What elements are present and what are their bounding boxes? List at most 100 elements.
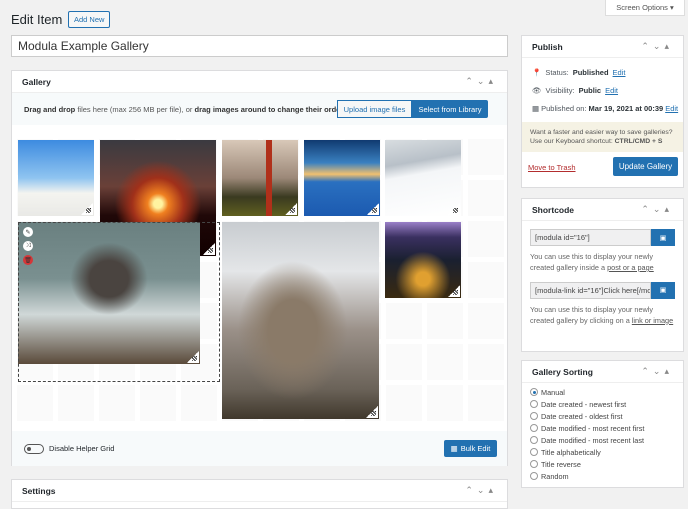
post-page-link[interactable]: post or a page (607, 263, 654, 272)
sort-option[interactable]: Title reverse (530, 459, 683, 469)
edit-status-link[interactable]: Edit (613, 68, 626, 77)
title-input[interactable]: Modula Example Gallery (11, 35, 508, 57)
grid-cell (468, 180, 504, 216)
add-new-button[interactable]: Add New (68, 11, 111, 28)
grid-cell (468, 303, 504, 339)
bulk-edit-button[interactable]: ▦ Bulk Edit (444, 440, 497, 457)
resize-handle-icon[interactable] (448, 203, 460, 215)
grid-cell (181, 385, 217, 421)
radio-button[interactable] (530, 472, 538, 480)
grid-cell (140, 385, 176, 421)
gallery-image-mountain-fog[interactable]: ✎ ⤨ 🗑 (18, 222, 200, 364)
upload-files-button[interactable]: Upload image files (337, 100, 412, 118)
resize-handle-icon[interactable] (285, 203, 297, 215)
box-controls[interactable]: ⌃⌄▴ (641, 41, 673, 52)
sort-option[interactable]: Manual (530, 387, 683, 397)
shuffle-icon[interactable]: ⤨ (23, 241, 33, 251)
sort-option[interactable]: Title alphabetically (530, 447, 683, 457)
pin-icon: 📍 (532, 68, 542, 77)
sort-option[interactable]: Date modified - most recent first (530, 423, 683, 433)
grid-cell (99, 385, 135, 421)
select-library-button[interactable]: Select from Library (412, 100, 488, 118)
gallery-image-city-night[interactable] (385, 222, 461, 298)
gallery-image-palm-beach[interactable] (18, 140, 94, 216)
grid-cell (386, 385, 422, 421)
visibility-value: Public (578, 86, 602, 95)
sort-option[interactable]: Date created - newest first (530, 399, 683, 409)
grid-cell (17, 385, 53, 421)
edit-icon[interactable]: ✎ (23, 227, 33, 237)
resize-handle-icon[interactable] (203, 243, 215, 255)
grid-cell (468, 344, 504, 380)
grid-cell (427, 385, 463, 421)
sorting-box: Gallery Sorting ⌃⌄▴ Manual Date created - … (521, 360, 684, 488)
delete-icon[interactable]: 🗑 (23, 255, 33, 265)
box-controls[interactable]: ⌃⌄▴ (465, 76, 497, 87)
edit-date-link[interactable]: Edit (665, 104, 678, 113)
gallery-image-dolomites[interactable] (222, 222, 379, 419)
published-label: Published on: (541, 104, 587, 113)
radio-button[interactable] (530, 424, 538, 432)
copy-icon[interactable]: ▣ (651, 281, 675, 299)
radio-button[interactable] (530, 436, 538, 444)
gallery-image-snowy-slope[interactable] (385, 140, 461, 216)
sorting-title: Gallery Sorting (532, 366, 593, 377)
edit-visibility-link[interactable]: Edit (605, 86, 618, 95)
resize-handle-icon[interactable] (367, 203, 379, 215)
gallery-image-golden-gate-bridge[interactable] (222, 140, 298, 216)
bulk-edit-label: Bulk Edit (460, 444, 491, 453)
grid-cell (427, 303, 463, 339)
upload-area[interactable]: Drag and drop files here (max 256 MB per… (12, 93, 507, 125)
radio-button[interactable] (530, 448, 538, 456)
resize-handle-icon[interactable] (81, 203, 93, 215)
gallery-box: Gallery ⌃⌄▴ Drag and drop files here (max… (11, 70, 508, 466)
page-title: Edit Item (11, 12, 63, 27)
upload-text: drag images around to change their order (194, 104, 344, 114)
screen-options-button[interactable]: Screen Options ▾ (605, 0, 685, 16)
sort-option[interactable]: Random (530, 471, 683, 481)
publish-title: Publish (532, 41, 563, 52)
gallery-footer: Disable Helper Grid ▦ Bulk Edit (12, 431, 507, 466)
sort-option[interactable]: Date created - oldest first (530, 411, 683, 421)
box-controls[interactable]: ⌃⌄▴ (641, 366, 673, 377)
sort-option-label: Manual (541, 387, 565, 397)
resize-handle-icon[interactable] (366, 406, 378, 418)
radio-button[interactable] (530, 400, 538, 408)
gallery-title: Gallery (22, 76, 51, 87)
grid-cell (468, 221, 504, 257)
update-gallery-button[interactable]: Update Gallery (613, 157, 678, 177)
gallery-image-ocean-waves[interactable] (304, 140, 380, 216)
shortcode-field[interactable]: [modula id="16"] (530, 229, 651, 246)
sort-option-label: Title alphabetically (541, 447, 601, 457)
upload-text: Drag and drop (24, 104, 76, 114)
helper-grid-toggle[interactable] (24, 443, 44, 454)
grid-cell (468, 139, 504, 175)
calendar-icon: ▦ (532, 104, 540, 113)
eye-icon: 👁 (532, 86, 542, 95)
bulk-edit-icon: ▦ (450, 444, 458, 453)
box-controls[interactable]: ⌃⌄▴ (641, 204, 673, 215)
shortcode-title: Shortcode (532, 204, 575, 215)
shortcode-link-field[interactable]: [modula-link id="16"]Click here[/modula-… (530, 281, 651, 299)
sort-option-label: Date modified - most recent last (541, 435, 645, 445)
shortcode-box: Shortcode ⌃⌄▴ [modula id="16"] ▣ You can u… (521, 198, 684, 352)
resize-handle-icon[interactable] (448, 285, 460, 297)
resize-handle-icon[interactable] (187, 351, 199, 363)
link-image-link[interactable]: link or image (632, 316, 673, 325)
grid-cell (468, 385, 504, 421)
radio-button[interactable] (530, 412, 538, 420)
sort-option-label: Random (541, 471, 569, 481)
copy-icon[interactable]: ▣ (651, 229, 675, 246)
upload-text: files here (max 256 MB per file), or (75, 104, 195, 114)
sort-option[interactable]: Date modified - most recent last (530, 435, 683, 445)
radio-button[interactable] (530, 460, 538, 468)
sort-option-label: Date modified - most recent first (541, 423, 645, 433)
grid-cell (58, 385, 94, 421)
helper-grid-label: Disable Helper Grid (49, 444, 115, 453)
visibility-label: Visibility: (545, 86, 575, 95)
box-controls[interactable]: ⌃⌄▴ (465, 485, 497, 496)
status-label: Status: (545, 68, 569, 77)
move-to-trash-link[interactable]: Move to Trash (528, 163, 576, 172)
publish-box: Publish ⌃⌄▴ 📍 Status: Published Edit 👁 Visibi… (521, 35, 684, 188)
radio-button[interactable] (530, 388, 538, 396)
